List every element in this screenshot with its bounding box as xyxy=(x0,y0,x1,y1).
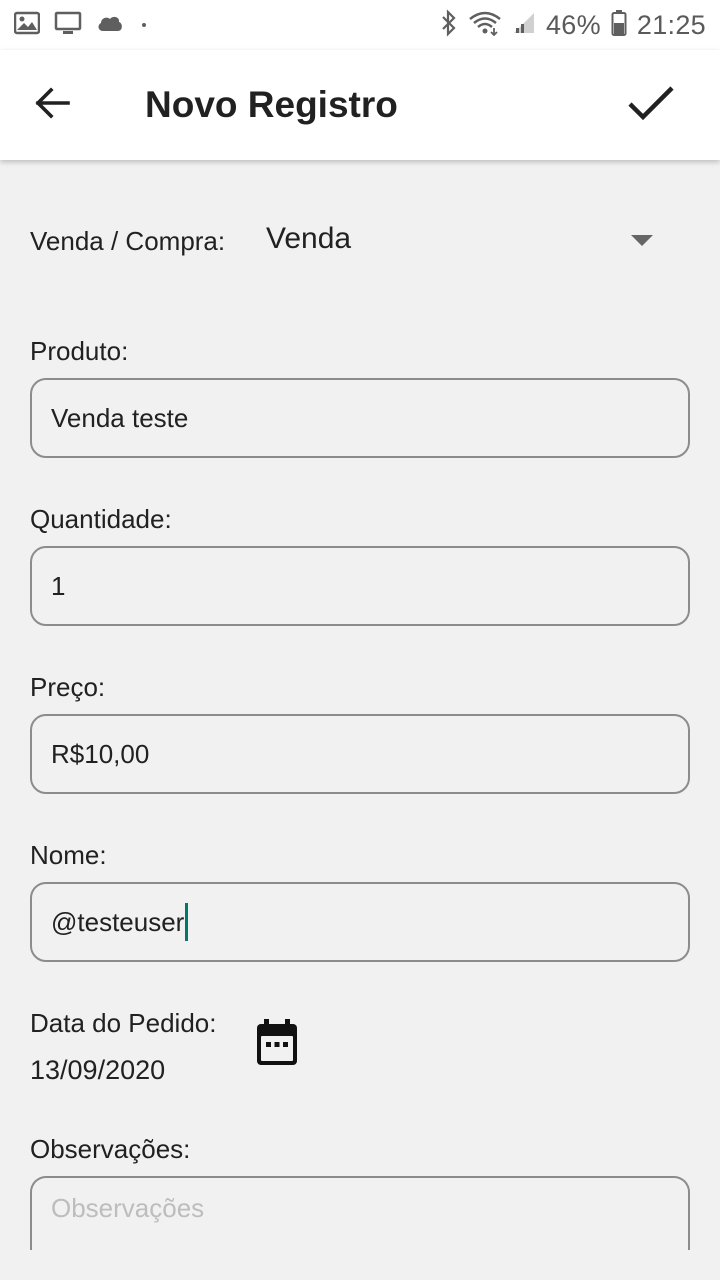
wifi-icon xyxy=(468,10,502,41)
nome-input[interactable]: @testeuser xyxy=(30,882,690,962)
quantidade-input[interactable]: 1 xyxy=(30,546,690,626)
image-icon xyxy=(13,11,41,40)
status-bar-right: 46% 21:25 xyxy=(430,8,706,42)
preco-value: R$10,00 xyxy=(51,738,150,769)
observacoes-input[interactable]: Observações xyxy=(30,1176,690,1250)
check-icon xyxy=(627,84,675,127)
monitor-icon xyxy=(54,11,82,40)
nome-value: @testeuser xyxy=(51,906,185,937)
calendar-icon xyxy=(252,1019,302,1074)
date-picker-button[interactable] xyxy=(252,1016,310,1076)
notification-dot-icon xyxy=(142,23,146,27)
data-value: 13/09/2020 xyxy=(30,1055,166,1085)
signal-icon xyxy=(512,11,536,40)
text-cursor xyxy=(185,903,189,941)
preco-label: Preço: xyxy=(30,672,106,702)
produto-value: Venda teste xyxy=(51,402,189,433)
cloud-icon xyxy=(96,13,124,38)
type-select[interactable] xyxy=(250,212,670,272)
nome-label: Nome: xyxy=(30,840,107,870)
observacoes-placeholder: Observações xyxy=(51,1193,205,1223)
status-bar: 46% 21:25 xyxy=(0,0,720,50)
quantidade-value: 1 xyxy=(51,570,66,601)
status-bar-left xyxy=(13,11,160,40)
arrow-back-icon xyxy=(34,86,70,124)
produto-input[interactable]: Venda teste xyxy=(30,378,690,458)
data-label: Data do Pedido: xyxy=(30,1008,217,1038)
bluetooth-icon xyxy=(440,8,458,42)
observacoes-label: Observações: xyxy=(30,1134,191,1164)
clock: 21:25 xyxy=(636,9,706,40)
produto-label: Produto: xyxy=(30,336,129,366)
preco-input[interactable]: R$10,00 xyxy=(30,714,690,794)
battery-percent: 46% xyxy=(545,9,601,40)
page-title: Novo Registro xyxy=(145,84,398,125)
quantidade-label: Quantidade: xyxy=(30,504,172,534)
back-button[interactable] xyxy=(22,76,82,134)
save-button[interactable] xyxy=(616,74,686,136)
type-label: Venda / Compra: xyxy=(30,226,226,256)
battery-icon xyxy=(611,9,627,42)
app-bar: Novo Registro xyxy=(0,50,720,160)
